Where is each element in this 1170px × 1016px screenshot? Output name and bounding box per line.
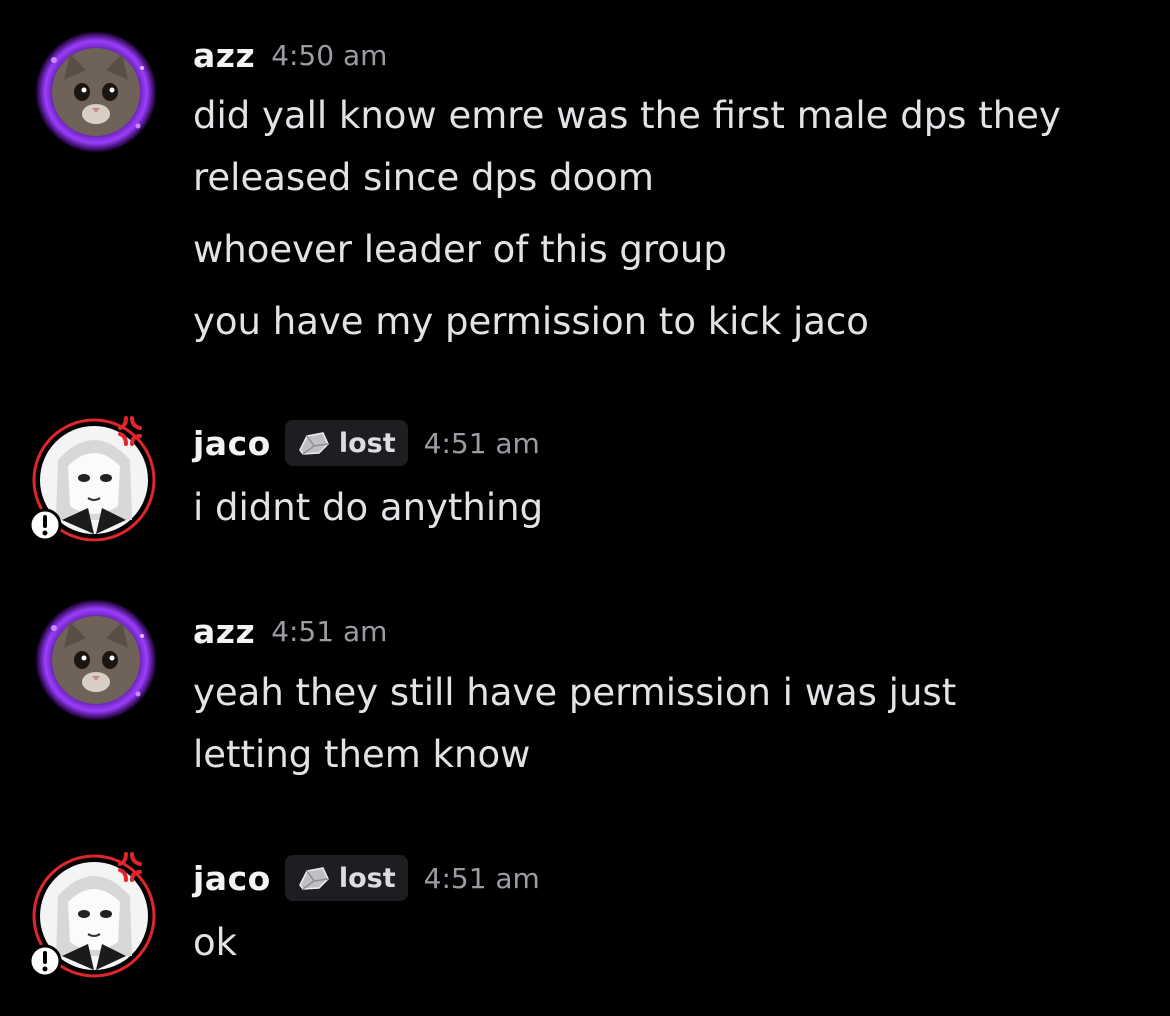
tag-label: lost — [338, 862, 396, 894]
avatar[interactable] — [34, 598, 158, 722]
stone-icon — [298, 867, 329, 890]
message-text: did yall know emre was the first male dp… — [193, 94, 1061, 137]
message-text: whoever leader of this group — [193, 228, 727, 271]
message-header: azz 4:50 am — [193, 30, 387, 80]
stone-icon — [298, 432, 329, 455]
alert-badge-icon — [28, 508, 62, 542]
avatar[interactable] — [28, 846, 164, 982]
timestamp: 4:51 am — [271, 614, 388, 648]
timestamp: 4:51 am — [423, 426, 540, 460]
server-tag[interactable]: lost — [284, 420, 408, 466]
avatar[interactable] — [28, 410, 164, 546]
username[interactable]: jaco — [193, 859, 271, 898]
username[interactable]: azz — [193, 612, 255, 651]
alert-badge-icon — [28, 944, 62, 978]
timestamp: 4:50 am — [271, 38, 388, 72]
message-header: jaco lost 4:51 am — [193, 853, 540, 903]
avatar[interactable] — [34, 30, 158, 154]
message-header: azz 4:51 am — [193, 606, 387, 656]
timestamp: 4:51 am — [423, 861, 540, 895]
message-text: you have my permission to kick jaco — [193, 300, 869, 343]
message-header: jaco lost 4:51 am — [193, 418, 540, 468]
message-text: i didnt do anything — [193, 486, 544, 529]
message-text: yeah they still have permission i was ju… — [193, 671, 957, 714]
cat-avatar-icon — [36, 32, 156, 152]
message-text: released since dps doom — [193, 156, 654, 199]
server-tag[interactable]: lost — [284, 855, 408, 901]
username[interactable]: azz — [193, 36, 255, 75]
message-text: ok — [193, 921, 238, 964]
tag-label: lost — [338, 427, 396, 459]
cat-avatar-icon — [36, 600, 156, 720]
anger-mark-icon — [118, 852, 142, 882]
anger-mark-icon — [118, 416, 142, 446]
message-text: letting them know — [193, 733, 531, 776]
username[interactable]: jaco — [193, 424, 271, 463]
